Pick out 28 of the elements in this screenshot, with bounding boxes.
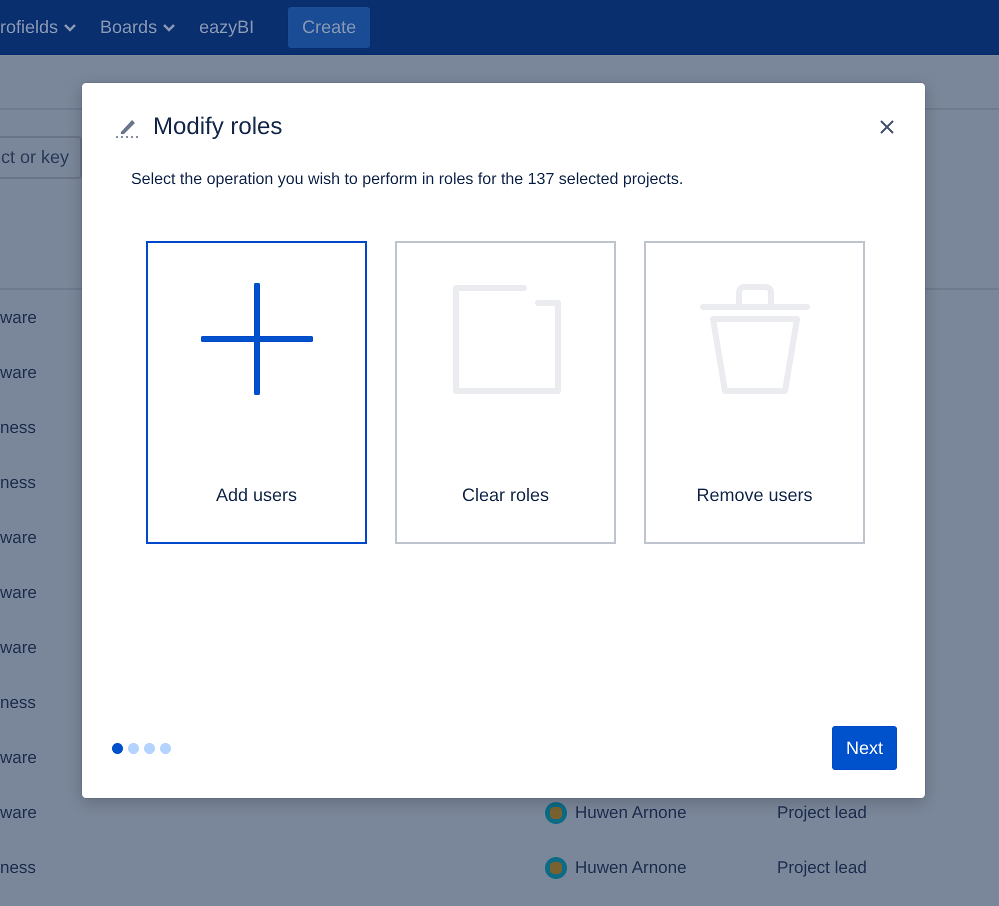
operation-option[interactable]: Add users [146,241,367,544]
table-cell-text: ware [0,308,38,328]
nav-menu-item[interactable]: eazyBI [199,17,254,38]
table-cell-text: ware [0,748,38,768]
table-cell-text: ware [0,362,38,382]
dialog-description: Select the operation you wish to perform in roles for the 137 selected projects. [131,171,684,189]
table-cell: Project lead [777,858,867,878]
table-cell-text: ware [0,582,38,602]
avatar-icon [545,856,567,878]
table-cell-text: ness [0,692,37,712]
table-cell-text: ware [0,638,38,658]
table-cell: Project lead [777,802,867,822]
table-cell: Huwen Arnone [575,858,687,878]
table-cell-text: ness [0,472,37,492]
nav-menu-item[interactable]: rofields [0,17,76,38]
table-cell-text: ness [0,858,37,878]
table-cell: Huwen Arnone [575,802,687,822]
nav-menu-item[interactable]: Boards [100,17,176,38]
search-field[interactable]: ct or key [0,136,82,179]
next-button[interactable]: Next [832,726,897,770]
operation-option[interactable]: Clear roles [395,241,616,544]
plus-icon [200,283,312,395]
table-cell-text: ware [0,802,38,822]
table-cell-text: ness [0,418,37,438]
dialog-title: Modify roles [153,113,284,141]
table-cell-text: ware [0,528,38,548]
avatar-icon [545,802,567,824]
operation-option[interactable]: Remove users [644,241,865,544]
